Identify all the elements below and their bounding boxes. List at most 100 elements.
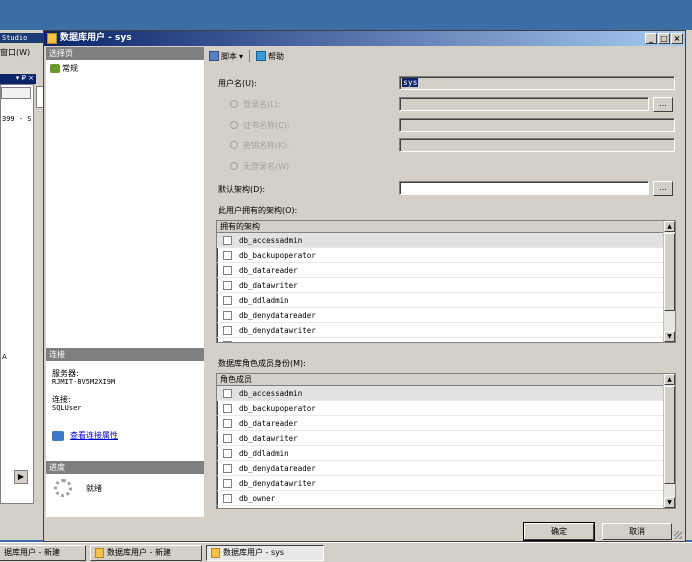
no-login-label: 无登录名(W) <box>243 162 290 171</box>
owned-schema-row[interactable]: db_backupoperator <box>217 248 665 263</box>
owned-schema-row[interactable]: db_datawriter <box>217 278 665 293</box>
cert-name-label: 证书名称(C): <box>243 121 290 130</box>
login-name-radio[interactable] <box>230 100 238 108</box>
role-member-checkbox[interactable] <box>223 478 232 488</box>
scroll-up-icon[interactable]: ▲ <box>664 374 675 385</box>
owned-schema-checkbox[interactable] <box>223 250 232 260</box>
owned-schemas-grid: 拥有的架构 db_accessadmin db_backupoperator db_… <box>216 220 676 343</box>
role-member-checkbox[interactable] <box>223 433 232 443</box>
help-button[interactable]: 帮助 <box>256 51 284 62</box>
key-name-field[interactable] <box>399 138 675 152</box>
owned-schema-checkbox[interactable] <box>223 280 232 290</box>
owned-schemas-rows: db_accessadmin db_backupoperator db_datare… <box>217 233 665 342</box>
scroll-right-icon[interactable]: ▶ <box>14 470 28 484</box>
help-icon <box>256 51 267 61</box>
role-member-row[interactable]: db_ddladmin <box>217 446 665 461</box>
background-app-pane-controls[interactable]: ▾ ₽ × <box>0 74 36 84</box>
database-user-icon <box>47 33 57 44</box>
minimize-button[interactable]: _ <box>645 33 657 44</box>
role-member-checkbox[interactable] <box>223 493 232 503</box>
role-member-checkbox[interactable] <box>223 418 232 428</box>
page-item-general[interactable]: 常规 <box>50 63 78 74</box>
owned-schema-checkbox[interactable] <box>223 265 232 275</box>
connection-header: 连接 <box>46 348 204 361</box>
help-label: 帮助 <box>268 51 285 61</box>
owned-schema-row[interactable]: db_accessadmin <box>217 233 665 248</box>
owned-schema-name: db_denydatawriter <box>239 325 316 335</box>
default-schema-field[interactable] <box>399 181 649 195</box>
role-member-row[interactable]: db_denydatawriter <box>217 476 665 491</box>
role-member-row[interactable]: db_backupoperator <box>217 401 665 416</box>
dialog-titlebar[interactable]: 数据库用户 - sys _ □ × <box>44 31 685 46</box>
scroll-down-icon[interactable]: ▼ <box>664 497 675 508</box>
owned-schemas-scrollbar[interactable]: ▲ ▼ <box>663 221 675 342</box>
owned-schema-name: db_datawriter <box>239 280 298 290</box>
cert-name-radio[interactable] <box>230 121 238 129</box>
view-connection-properties-link[interactable]: 查看连接属性 <box>52 430 118 441</box>
object-explorer-node[interactable] <box>1 87 31 99</box>
scroll-down-icon[interactable]: ▼ <box>664 331 675 342</box>
connection-info: 服务器: RJMIT-8V5M2XI9M 连接: SQLUser <box>52 369 115 413</box>
cert-name-field[interactable] <box>399 118 675 132</box>
role-member-checkbox[interactable] <box>223 463 232 473</box>
owned-schema-checkbox[interactable] <box>223 235 232 245</box>
owned-schemas-scroll-thumb[interactable] <box>664 233 675 311</box>
object-explorer-pane: 399 - S A <box>0 84 34 504</box>
page-general-icon <box>50 64 60 73</box>
dialog-button-bar: 确定 取消 <box>44 519 685 541</box>
default-schema-browse-button[interactable]: ... <box>653 181 673 196</box>
role-member-checkbox[interactable] <box>223 388 232 398</box>
progress-header: 进度 <box>46 461 204 474</box>
owned-schema-row[interactable]: db_denydatareader <box>217 308 665 323</box>
role-member-name: db_accessadmin <box>239 388 303 398</box>
dialog-toolbar: 脚本 ▾ 帮助 <box>206 47 685 65</box>
role-membership-grid: 角色成员 db_accessadmin db_backupoperator db_d… <box>216 373 676 509</box>
page-item-label: 常规 <box>62 64 78 73</box>
username-value: sys <box>402 78 419 87</box>
role-member-checkbox[interactable] <box>223 448 232 458</box>
script-button[interactable]: 脚本 ▾ <box>209 51 243 62</box>
no-login-radio[interactable] <box>230 162 238 170</box>
owned-schema-row[interactable]: db_denydatawriter <box>217 323 665 338</box>
role-member-name: db_datareader <box>239 418 298 428</box>
pages-list: 常规 <box>50 63 78 74</box>
login-name-browse-button[interactable]: ... <box>653 97 673 112</box>
role-member-row[interactable]: db_accessadmin <box>217 386 665 401</box>
role-member-name: db_datawriter <box>239 433 298 443</box>
role-member-row[interactable]: db_owner <box>217 491 665 506</box>
owned-schema-row[interactable]: db_datareader <box>217 263 665 278</box>
chevron-down-icon[interactable]: ▾ <box>239 52 243 61</box>
role-member-row[interactable]: db_datareader <box>217 416 665 431</box>
role-member-row[interactable]: db_denydatareader <box>217 461 665 476</box>
owned-schemas-header[interactable]: 拥有的架构 <box>217 221 665 233</box>
taskbar-item-sys-user[interactable]: 数据库用户 - sys <box>206 544 324 561</box>
taskbar-item-new-user-1[interactable]: 据库用户 - 新建 <box>0 544 86 561</box>
scroll-up-icon[interactable]: ▲ <box>664 221 675 232</box>
username-field[interactable]: sys <box>399 76 675 90</box>
login-name-field[interactable] <box>399 97 649 111</box>
owned-schema-checkbox[interactable] <box>223 295 232 305</box>
owned-schema-row[interactable]: db_owner <box>217 338 665 342</box>
role-member-row[interactable]: db_datawriter <box>217 431 665 446</box>
role-membership-scroll-thumb[interactable] <box>664 386 675 484</box>
role-member-checkbox[interactable] <box>223 403 232 413</box>
cancel-button[interactable]: 取消 <box>602 523 672 540</box>
role-membership-header[interactable]: 角色成员 <box>217 374 665 386</box>
taskbar-item-new-user-2[interactable]: 数据库用户 - 新建 <box>90 544 202 561</box>
maximize-button[interactable]: □ <box>658 33 670 44</box>
key-name-radio[interactable] <box>230 141 238 149</box>
ok-button[interactable]: 确定 <box>523 522 595 541</box>
login-name-label: 登录名(L): <box>243 100 281 109</box>
owned-schema-checkbox[interactable] <box>223 325 232 335</box>
owned-schema-checkbox[interactable] <box>223 340 232 342</box>
role-membership-scrollbar[interactable]: ▲ ▼ <box>663 374 675 508</box>
owned-schemas-label: 此用户拥有的架构(O): <box>218 206 298 215</box>
owned-schema-checkbox[interactable] <box>223 310 232 320</box>
role-member-name: db_ddladmin <box>239 448 289 458</box>
close-button[interactable]: × <box>671 33 683 44</box>
dialog-left-panel: 选择页 常规 连接 服务器: RJMIT-8V5M2XI9M 连接: SQLUs… <box>46 47 204 517</box>
object-explorer-server[interactable]: 399 - S <box>2 115 32 123</box>
background-app-menu-window[interactable]: 窗口(W) <box>0 47 30 58</box>
resize-grip-icon[interactable] <box>674 531 682 539</box>
owned-schema-row[interactable]: db_ddladmin <box>217 293 665 308</box>
